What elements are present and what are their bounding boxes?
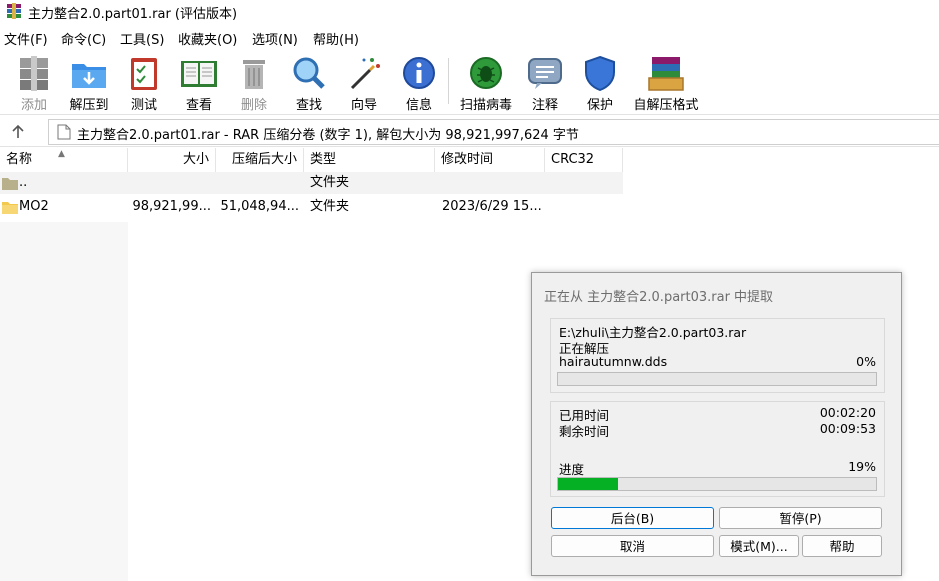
trash-can-icon (243, 60, 265, 89)
magnifier-icon (293, 57, 325, 89)
column-packed[interactable]: 压缩后大小 (216, 148, 304, 172)
sfx-button[interactable]: 自解压格式 (633, 52, 699, 113)
cancel-button[interactable]: 取消 (551, 535, 714, 557)
menu-commands[interactable]: 命令(C) (61, 29, 106, 48)
protect-label: 保护 (586, 98, 613, 113)
info-button[interactable]: 信息 (391, 52, 447, 113)
file-progress-bar (557, 372, 877, 386)
menu-tools[interactable]: 工具(S) (120, 29, 164, 48)
window-title: 主力整合2.0.part01.rar (评估版本) (28, 7, 238, 22)
comment-icon (528, 58, 562, 89)
file-info-group: E:\zhuli\主力整合2.0.part03.rar 正在解压 hairaut… (550, 318, 885, 393)
shield-icon (585, 55, 615, 92)
elapsed-value: 00:02:20 (819, 405, 876, 420)
sfx-label: 自解压格式 (633, 98, 699, 113)
protect-button[interactable]: 保护 (572, 52, 628, 113)
file-name: .. (19, 175, 28, 190)
menu-help[interactable]: 帮助(H) (313, 29, 359, 48)
menu-bar: 文件(F) 命令(C) 工具(S) 收藏夹(O) 选项(N) 帮助(H) (0, 26, 939, 48)
sort-ascending-icon: ▲ (58, 149, 65, 159)
folder-icon (2, 202, 18, 214)
background-button[interactable]: 后台(B) (551, 507, 714, 529)
column-modified[interactable]: 修改时间 (435, 148, 545, 172)
wizard-wand-icon (350, 58, 380, 90)
menu-options[interactable]: 选项(N) (252, 29, 298, 48)
address-bar: 主力整合2.0.part01.rar - RAR 压缩分卷 (数字 1), 解包… (0, 116, 939, 147)
test-clipboard-icon (131, 58, 157, 90)
name-column-background (0, 222, 128, 581)
mode-button[interactable]: 模式(M)... (719, 535, 799, 557)
total-progress-bar (557, 477, 877, 491)
address-field[interactable]: 主力整合2.0.part01.rar - RAR 压缩分卷 (数字 1), 解包… (48, 119, 939, 145)
total-progress-fill (558, 478, 619, 490)
list-item[interactable]: MO2 98,921,99... 51,048,94... 文件夹 2023/6… (0, 196, 623, 218)
archive-file-icon (57, 124, 71, 140)
virus-scan-icon (470, 57, 502, 89)
list-item[interactable]: .. 文件夹 (0, 172, 623, 194)
dialog-title: 正在从 主力整合2.0.part03.rar 中提取 (544, 290, 774, 305)
file-type: 文件夹 (310, 175, 350, 190)
column-size[interactable]: 大小 (128, 148, 216, 172)
progress-percent: 19% (848, 459, 876, 474)
view-book-icon (181, 61, 217, 87)
info-label: 信息 (405, 98, 432, 113)
help-button[interactable]: 帮助 (802, 535, 882, 557)
winrar-app-icon (7, 3, 21, 19)
column-crc32[interactable]: CRC32 (545, 148, 623, 172)
file-modified: 2023/6/29 15... (442, 199, 542, 214)
file-percent: 0% (856, 354, 876, 369)
scan-virus-button[interactable]: 扫描病毒 (458, 52, 514, 113)
archive-stack-icon (20, 56, 48, 91)
column-name-label: 名称 (6, 152, 33, 167)
extract-progress-dialog: 正在从 主力整合2.0.part03.rar 中提取 E:\zhuli\主力整合… (531, 272, 902, 576)
progress-group: 进度 19% (550, 438, 885, 497)
toolbar-separator (448, 58, 449, 104)
menu-file[interactable]: 文件(F) (4, 29, 48, 48)
pause-button[interactable]: 暂停(P) (719, 507, 882, 529)
file-packed-size: 51,048,94... (220, 199, 299, 214)
file-list-header: 名称 ▲ 大小 压缩后大小 类型 修改时间 CRC32 (0, 148, 623, 172)
file-name: MO2 (19, 199, 49, 214)
toolbar: 添加 解压到 测试 查看 删除 查找 向导 信息 扫描病毒 注释 保护 自解压格… (0, 48, 939, 115)
file-type: 文件夹 (310, 199, 350, 214)
info-icon (403, 57, 435, 89)
progress-label: 进度 (559, 462, 585, 477)
remaining-value: 00:09:53 (819, 421, 876, 436)
current-file: hairautumnw.dds (559, 354, 668, 369)
file-size: 98,921,99... (132, 199, 211, 214)
address-text: 主力整合2.0.part01.rar - RAR 压缩分卷 (数字 1), 解包… (77, 128, 579, 143)
title-bar: 主力整合2.0.part01.rar (评估版本) (0, 0, 939, 24)
up-arrow-icon[interactable] (8, 122, 28, 142)
time-group: 已用时间 00:02:20 剩余时间 00:09:53 (550, 401, 885, 439)
column-type[interactable]: 类型 (304, 148, 435, 172)
menu-favorites[interactable]: 收藏夹(O) (178, 29, 237, 48)
column-name[interactable]: 名称 ▲ (0, 148, 128, 172)
extract-folder-icon (72, 64, 106, 88)
parent-folder-icon (2, 178, 18, 190)
sfx-box-icon (648, 57, 684, 91)
